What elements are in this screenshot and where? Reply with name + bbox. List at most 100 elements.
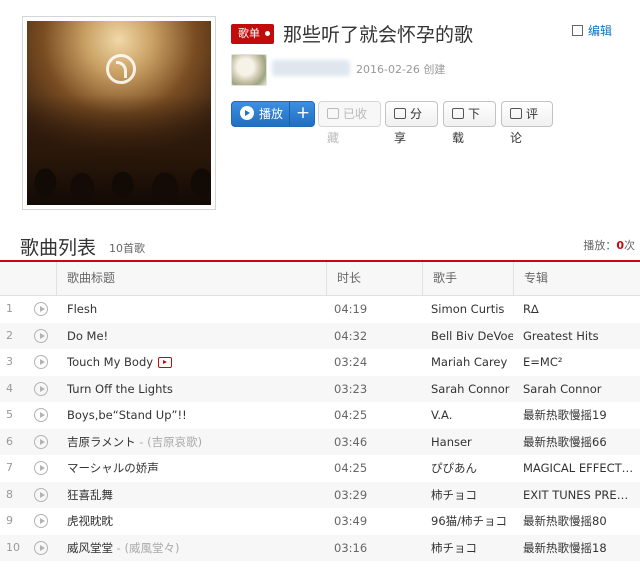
play-song-icon[interactable] (34, 487, 48, 502)
table-row[interactable]: 3 Touch My Body 03:24 Mariah Carey E=MC² (0, 349, 640, 376)
comment-icon (510, 108, 522, 119)
song-title[interactable]: Turn Off the Lights (67, 382, 173, 396)
song-album[interactable]: Sarah Connor (523, 376, 635, 402)
play-song-icon[interactable] (34, 328, 48, 343)
song-title-cell: 威风堂堂 - (威風堂々) (67, 535, 317, 561)
column-title: 歌曲标题 (56, 262, 327, 295)
song-artist[interactable]: 柿チョコ (431, 482, 513, 508)
table-row[interactable]: 10 威风堂堂 - (威風堂々) 03:16 柿チョコ 最新热歌慢摇18 (0, 534, 640, 561)
song-album[interactable]: Greatest Hits (523, 323, 635, 349)
table-header: 歌曲标题 时长 歌手 专辑 (0, 262, 640, 296)
song-title[interactable]: Touch My Body (67, 355, 153, 369)
table-row[interactable]: 5 Boys,be“Stand Up”!! 04:25 V.A. 最新热歌慢摇19 (0, 402, 640, 429)
play-song-icon[interactable] (34, 540, 48, 555)
song-artist[interactable]: 96猫/柿チョコ (431, 508, 513, 534)
song-album[interactable]: 最新热歌慢摇66 (523, 429, 635, 455)
column-duration: 时长 (326, 262, 422, 295)
collect-button[interactable]: 已收藏 (318, 101, 381, 145)
song-duration: 03:49 (334, 514, 368, 528)
song-title-cell: Touch My Body (67, 349, 317, 375)
share-icon (394, 108, 406, 119)
song-duration: 04:32 (334, 328, 368, 343)
table-row[interactable]: 7 マーシャルの娇声 04:25 ぴぴあん MAGICAL EFFECTOR (0, 455, 640, 482)
song-title-cell: 狂喜乱舞 (67, 482, 317, 508)
song-artist[interactable]: 柿チョコ (431, 535, 513, 561)
song-artist[interactable]: Simon Curtis (431, 296, 513, 322)
crowd-silhouette (27, 95, 211, 205)
creator-nickname-blurred[interactable] (272, 60, 350, 76)
share-button[interactable]: 分享 (385, 101, 438, 145)
table-row[interactable]: 1 Flesh 04:19 Simon Curtis R∆ (0, 296, 640, 323)
song-title[interactable]: 吉原ラメント (67, 435, 136, 449)
song-title[interactable]: 狂喜乱舞 (67, 488, 113, 502)
song-duration: 03:24 (334, 355, 368, 369)
song-artist[interactable]: Bell Biv DeVoe (431, 323, 513, 349)
table-row[interactable]: 6 吉原ラメント - (吉原哀歌) 03:46 Hanser 最新热歌慢摇66 (0, 428, 640, 455)
play-song-icon[interactable] (34, 514, 48, 528)
song-index: 3 (6, 355, 13, 368)
songlist-count: 10首歌 (109, 242, 145, 255)
song-title[interactable]: マーシャルの娇声 (67, 461, 159, 475)
song-alias: - (威風堂々) (113, 540, 180, 555)
song-index: 1 (6, 302, 13, 315)
play-label: 播放 (259, 107, 284, 121)
edit-label: 编辑 (588, 24, 613, 38)
song-index: 6 (6, 434, 13, 448)
edit-icon (572, 25, 583, 36)
song-artist[interactable]: Hanser (431, 429, 513, 455)
song-index: 4 (6, 381, 13, 395)
play-icon (240, 106, 254, 120)
play-button[interactable]: 播放 (232, 102, 288, 126)
song-title-cell: 吉原ラメント - (吉原哀歌) (67, 429, 317, 455)
song-title[interactable]: Do Me! (67, 329, 108, 343)
song-album[interactable]: E=MC² (523, 349, 635, 375)
song-title[interactable]: 虎视眈眈 (67, 514, 113, 528)
download-icon (452, 108, 464, 119)
song-artist[interactable]: Mariah Carey (431, 349, 513, 375)
song-title-cell: Flesh (67, 296, 317, 322)
table-row[interactable]: 4 Turn Off the Lights 03:23 Sarah Connor Sar… (0, 375, 640, 402)
play-count-label: 播放： (583, 239, 617, 252)
edit-link[interactable]: 编辑 (572, 22, 612, 39)
song-album[interactable]: MAGICAL EFFECTOR (523, 455, 635, 481)
play-song-icon[interactable] (34, 408, 48, 422)
song-album[interactable]: 最新热歌慢摇19 (523, 402, 635, 428)
song-title[interactable]: Flesh (67, 302, 97, 316)
play-song-icon[interactable] (34, 355, 48, 369)
song-artist[interactable]: V.A. (431, 402, 513, 428)
song-album[interactable]: 最新热歌慢摇18 (523, 535, 635, 561)
table-row[interactable]: 9 虎视眈眈 03:49 96猫/柿チョコ 最新热歌慢摇80 (0, 508, 640, 535)
song-index: 5 (6, 408, 13, 421)
table-row[interactable]: 2 Do Me! 04:32 Bell Biv DeVoe Greatest Hits (0, 322, 640, 349)
play-button-group[interactable]: 播放 + (231, 101, 315, 127)
cover-image (27, 21, 211, 205)
song-artist[interactable]: Sarah Connor (431, 376, 513, 402)
creator-avatar[interactable] (231, 54, 267, 86)
play-song-icon[interactable] (34, 461, 48, 475)
song-duration: 03:16 (334, 540, 368, 555)
song-title[interactable]: Boys,be“Stand Up”!! (67, 408, 187, 422)
song-duration: 03:46 (334, 434, 368, 449)
song-duration: 04:19 (334, 302, 368, 316)
table-row[interactable]: 8 狂喜乱舞 03:29 柿チョコ EXIT TUNES PRESENTS (0, 481, 640, 508)
song-index: 2 (6, 328, 13, 342)
song-album[interactable]: R∆ (523, 296, 635, 322)
play-song-icon[interactable] (34, 434, 48, 449)
song-album[interactable]: EXIT TUNES PRESENTS (523, 482, 635, 508)
song-index: 9 (6, 514, 13, 527)
download-button[interactable]: 下载 (443, 101, 496, 145)
playlist-cover (22, 16, 216, 210)
song-artist[interactable]: ぴぴあん (431, 455, 513, 481)
play-song-icon[interactable] (34, 302, 48, 316)
add-to-queue-button[interactable]: + (289, 102, 314, 126)
column-album: 专辑 (513, 262, 640, 295)
song-duration: 03:23 (334, 381, 368, 396)
song-duration: 04:25 (334, 408, 368, 422)
song-album[interactable]: 最新热歌慢摇80 (523, 508, 635, 534)
song-index: 10 (6, 540, 20, 554)
play-count-value: 0 (616, 239, 624, 252)
comment-button[interactable]: 评论 (501, 101, 553, 145)
play-song-icon[interactable] (34, 381, 48, 396)
mv-icon[interactable] (158, 357, 173, 368)
song-title[interactable]: 威风堂堂 (67, 541, 113, 555)
